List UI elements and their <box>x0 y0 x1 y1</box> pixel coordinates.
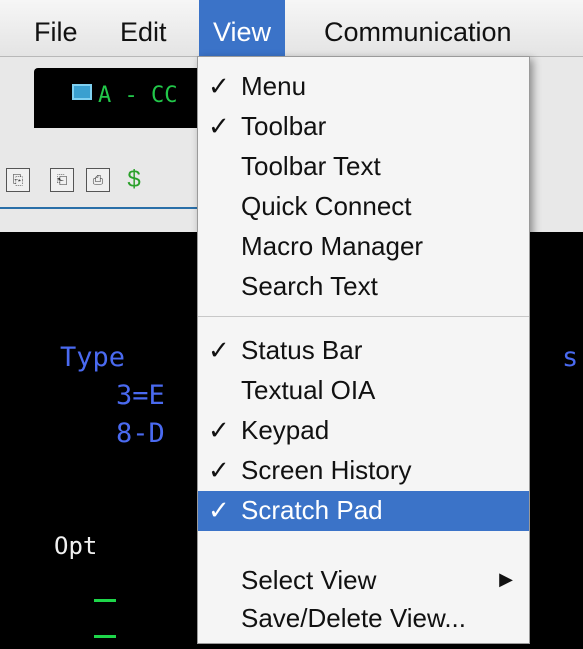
menu-item-keypad[interactable]: ✓ Keypad <box>198 411 529 451</box>
menu-item-textual-oia[interactable]: Textual OIA <box>198 371 529 411</box>
toolbar-green-icon[interactable]: $ <box>122 168 146 192</box>
terminal-option-8: 8-D <box>116 418 165 449</box>
checkmark-icon: ✓ <box>208 495 230 525</box>
menu-item-label: Quick Connect <box>241 191 412 221</box>
view-menu-dropdown: ✓ Menu ✓ Toolbar Toolbar Text Quick Conn… <box>197 56 530 644</box>
terminal-opt-label: Opt <box>54 532 98 560</box>
monitor-icon <box>72 84 92 100</box>
checkmark-icon: ✓ <box>208 455 230 485</box>
paste-icon[interactable]: ⎗ <box>50 168 74 192</box>
submenu-arrow-icon: ▶ <box>499 569 513 589</box>
menu-item-menu[interactable]: ✓ Menu <box>198 67 529 107</box>
input-field-marker[interactable] <box>94 635 116 638</box>
menu-item-label: Toolbar <box>241 111 327 141</box>
paste-special-icon[interactable]: ⎙ <box>86 168 110 192</box>
menu-edit[interactable]: Edit <box>106 0 181 56</box>
copy-icon[interactable]: ⎘ <box>6 168 30 192</box>
menu-communication[interactable]: Communication <box>310 0 526 56</box>
menu-item-label: Save/Delete View... <box>241 603 466 633</box>
terminal-trailing-text: s <box>562 342 579 373</box>
checkmark-icon: ✓ <box>208 335 230 365</box>
menu-item-toolbar[interactable]: ✓ Toolbar <box>198 107 529 147</box>
menu-item-quick-connect[interactable]: Quick Connect <box>198 187 529 227</box>
menu-item-screen-history[interactable]: ✓ Screen History <box>198 451 529 491</box>
menu-separator <box>198 316 529 317</box>
menu-item-label: Select View <box>241 565 377 595</box>
input-field-marker[interactable] <box>94 599 116 602</box>
menu-view[interactable]: View <box>199 0 286 56</box>
terminal-option-3: 3=E <box>116 380 165 411</box>
menu-item-label: Status Bar <box>241 335 363 365</box>
menu-item-label: Macro Manager <box>241 231 424 261</box>
menu-item-label: Keypad <box>241 415 330 445</box>
menu-bar: File Edit View Communication <box>0 0 583 57</box>
menu-item-label: Menu <box>241 71 307 101</box>
menu-item-label: Search Text <box>241 271 378 301</box>
checkmark-icon: ✓ <box>208 111 230 141</box>
menu-item-macro-manager[interactable]: Macro Manager <box>198 227 529 267</box>
menu-item-select-view[interactable]: Select View ▶ <box>198 561 529 601</box>
menu-item-toolbar-text[interactable]: Toolbar Text <box>198 147 529 187</box>
checkmark-icon: ✓ <box>208 71 230 101</box>
menu-item-label: Scratch Pad <box>241 495 383 525</box>
menu-item-scratch-pad[interactable]: ✓ Scratch Pad <box>198 491 529 531</box>
menu-item-search-text[interactable]: Search Text <box>198 267 529 307</box>
menu-item-label: Textual OIA <box>241 375 376 405</box>
toolbar-divider <box>0 207 200 209</box>
checkmark-icon: ✓ <box>208 415 230 445</box>
menu-item-label: Screen History <box>241 455 412 485</box>
menu-item-label: Toolbar Text <box>241 151 381 181</box>
terminal-type-text: Type <box>60 342 126 373</box>
menu-item-status-bar[interactable]: ✓ Status Bar <box>198 331 529 371</box>
menu-item-save-delete-view[interactable]: Save/Delete View... <box>198 599 529 639</box>
menu-file[interactable]: File <box>20 0 92 56</box>
session-tab-label: A - CC <box>98 83 178 108</box>
